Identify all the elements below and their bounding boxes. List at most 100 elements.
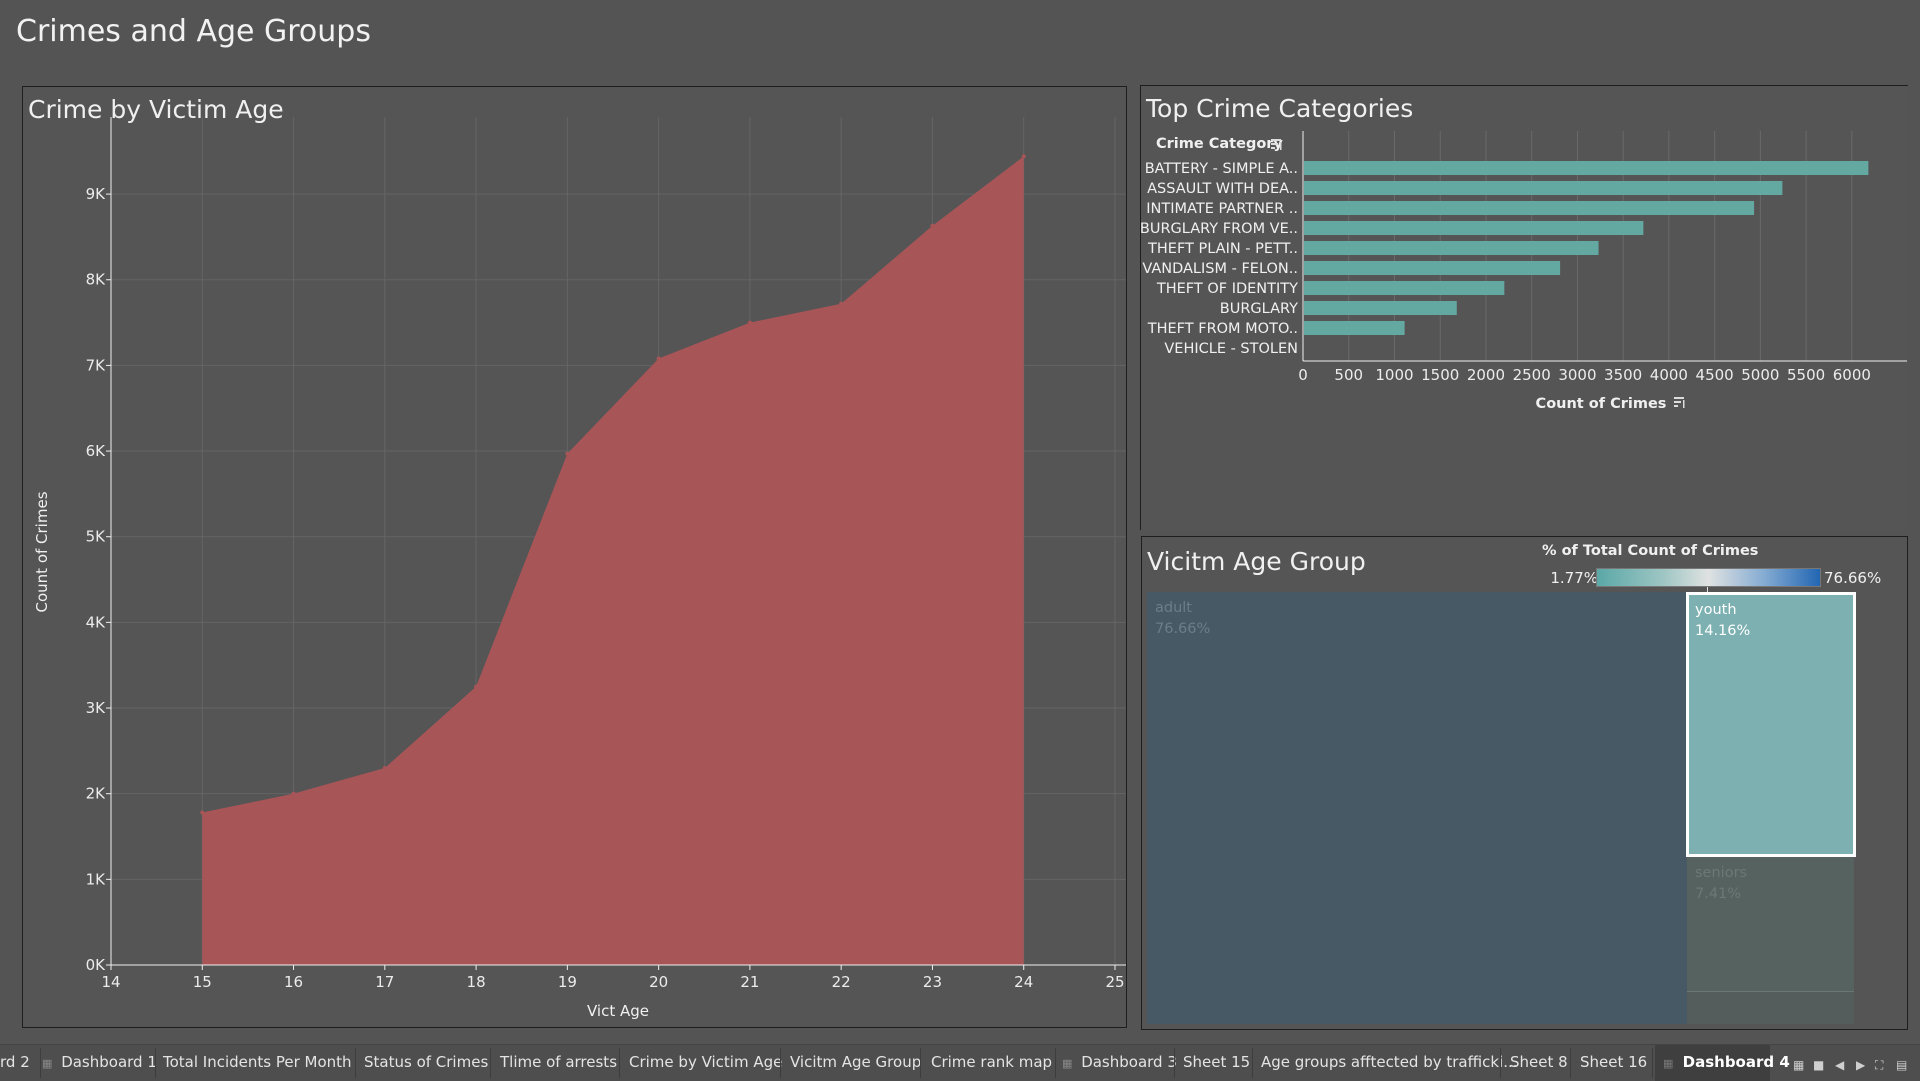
area-point[interactable] [656, 356, 661, 361]
bar-category-label[interactable]: THEFT OF IDENTITY [1156, 281, 1298, 297]
dashboard-tab-icon: ▦ [1663, 1057, 1674, 1070]
area-x-tick-label: 22 [832, 973, 851, 991]
tab-dashboard-2[interactable]: rd 2 [0, 1053, 30, 1071]
bar-category-label[interactable]: THEFT FROM MOTO.. [1147, 321, 1298, 337]
bar-mark[interactable] [1304, 241, 1599, 255]
tab-separator [1252, 1048, 1253, 1078]
bar-category-label[interactable]: BURGLARY FROM VE.. [1141, 221, 1298, 237]
area-y-tick-label: 9K [86, 185, 107, 203]
area-chart[interactable]: 14 15 16 17 18 19 20 21 22 23 24 25 0K 1K 2K 3K 4K 5K 6K 7K… [23, 87, 1126, 1027]
bar-x-tick-label: 2000 [1467, 366, 1505, 384]
bar-category-label[interactable]: ASSAULT WITH DEA.. [1147, 181, 1298, 197]
tab-status-of-crimes[interactable]: Status of Crimes [364, 1053, 488, 1071]
bar-x-tick-label: 5000 [1741, 366, 1779, 384]
bar-mark[interactable] [1304, 301, 1457, 315]
bar-category-label[interactable]: BURGLARY [1220, 301, 1298, 317]
bar-category-header[interactable]: Crime Category [1156, 136, 1283, 152]
area-y-tick-label: 0K [86, 956, 107, 974]
cell-value: 76.66% [1155, 621, 1211, 637]
bar-category-label[interactable]: THEFT PLAIN - PETT.. [1147, 241, 1298, 257]
sheet-tab-bar: rd 2 ▦ Dashboard 1 Total Incidents Per M… [0, 1044, 1920, 1081]
area-point[interactable] [930, 223, 935, 228]
bar-x-tick-label: 5500 [1787, 366, 1825, 384]
area-x-tick-label: 18 [467, 973, 486, 991]
area-point[interactable] [382, 765, 387, 770]
bar-x-tick-label: 4000 [1650, 366, 1688, 384]
filmstrip-view-icon[interactable]: ■ [1813, 1059, 1824, 1071]
area-y-tick-label: 5K [86, 528, 107, 546]
bar-x-tick-label: 1500 [1421, 366, 1459, 384]
legend-min-label: 1.77% [1550, 569, 1598, 587]
color-legend-gradient[interactable] [1596, 568, 1821, 587]
bar-mark[interactable] [1304, 261, 1561, 275]
area-x-tick-label: 15 [193, 973, 212, 991]
bar-chart-panel: Top Crime Categories Crime Category 0 500… [1140, 85, 1908, 530]
area-y-tick-label: 3K [86, 699, 107, 717]
bar-x-axis-title[interactable]: Count of Crimes [1536, 396, 1667, 412]
treemap-title: Vicitm Age Group [1147, 547, 1366, 576]
area-chart-panel: Crime by Victim Age 14 15 16 17 18 19 20 21 22 23… [22, 86, 1127, 1028]
tab-separator [490, 1048, 491, 1078]
treemap-cell-small[interactable] [1687, 991, 1854, 1024]
treemap-cell-adult[interactable]: adult 76.66% [1147, 592, 1687, 1024]
treemap-cell-seniors[interactable]: seniors 7.41% [1687, 857, 1854, 991]
bar-category-label[interactable]: VEHICLE - STOLEN [1164, 341, 1298, 357]
bar-mark[interactable] [1304, 221, 1644, 235]
fullscreen-icon[interactable]: ⛶ [1875, 1059, 1883, 1071]
tab-separator [780, 1048, 781, 1078]
bar-mark[interactable] [1304, 201, 1755, 215]
bar-category-label[interactable]: INTIMATE PARTNER .. [1146, 201, 1298, 217]
dashboard-tab-icon: ▦ [42, 1057, 53, 1070]
area-point[interactable] [474, 684, 479, 689]
tab-sheet-8[interactable]: Sheet 8 [1510, 1053, 1568, 1071]
bar-mark[interactable] [1304, 281, 1505, 295]
area-x-tick-label: 24 [1014, 973, 1033, 991]
tab-crime-by-victim-age[interactable]: Crime by Victim Age [629, 1053, 782, 1071]
area-point[interactable] [1021, 154, 1026, 159]
tab-dashboard-4-active[interactable]: ▦ Dashboard 4 [1655, 1045, 1790, 1081]
bar-mark[interactable] [1304, 321, 1405, 335]
tab-sheet-15[interactable]: Sheet 15 [1183, 1053, 1250, 1071]
tab-time-of-arrests[interactable]: Tlime of arrests [500, 1053, 617, 1071]
bar-chart[interactable]: Crime Category 0 500 1000 1500 2000 2500 3000 3… [1141, 86, 1907, 529]
area-series[interactable] [202, 156, 1024, 965]
bar-x-tick-label: 2500 [1513, 366, 1551, 384]
area-point[interactable] [200, 810, 205, 815]
bar-category-label[interactable]: BATTERY - SIMPLE A.. [1145, 161, 1298, 177]
arrow-right-icon[interactable]: ▶ [1856, 1059, 1865, 1071]
area-point[interactable] [291, 791, 296, 796]
grid-view-icon[interactable]: ▦ [1793, 1059, 1804, 1071]
bar-mark[interactable] [1304, 181, 1783, 195]
tab-age-groups-trafficking[interactable]: Age groups afftected by trafficki... [1261, 1053, 1518, 1071]
tab-victim-age-group[interactable]: Vicitm Age Group [790, 1053, 921, 1071]
bar-x-tick-label: 0 [1298, 366, 1308, 384]
tab-separator [1652, 1048, 1653, 1078]
area-y-tick-label: 2K [86, 785, 107, 803]
bar-x-tick-label: 3000 [1558, 366, 1596, 384]
treemap-panel: Vicitm Age Group % of Total Count of Cri… [1141, 536, 1908, 1030]
tab-crime-rank-map[interactable]: Crime rank map [931, 1053, 1052, 1071]
measure-sort-icon[interactable] [1674, 397, 1685, 408]
bar-x-tick-label: 6000 [1833, 366, 1871, 384]
area-point[interactable] [839, 301, 844, 306]
cell-label: seniors [1695, 865, 1748, 881]
bar-x-tick-label: 1000 [1375, 366, 1413, 384]
area-x-tick-label: 23 [923, 973, 942, 991]
treemap-cell-youth[interactable]: youth 14.16% [1686, 592, 1856, 857]
presentation-mode-icon[interactable]: ▤ [1896, 1059, 1907, 1071]
bar-category-label[interactable]: VANDALISM - FELON.. [1142, 261, 1298, 277]
tab-dashboard-3[interactable]: ▦ Dashboard 3 [1062, 1053, 1177, 1071]
tab-separator [1500, 1048, 1501, 1078]
tab-separator [40, 1048, 41, 1078]
area-point[interactable] [565, 451, 570, 456]
area-x-tick-label: 25 [1105, 973, 1124, 991]
area-x-axis-title: Vict Age [587, 1002, 649, 1020]
tab-total-incidents[interactable]: Total Incidents Per Month [163, 1053, 352, 1071]
area-y-tick-label: 6K [86, 442, 107, 460]
tab-sheet-16[interactable]: Sheet 16 [1580, 1053, 1647, 1071]
arrow-left-icon[interactable]: ◀ [1835, 1059, 1844, 1071]
tab-separator [1055, 1048, 1056, 1078]
area-point[interactable] [747, 320, 752, 325]
tab-dashboard-1[interactable]: ▦ Dashboard 1 [42, 1053, 157, 1071]
bar-mark[interactable] [1304, 161, 1869, 175]
